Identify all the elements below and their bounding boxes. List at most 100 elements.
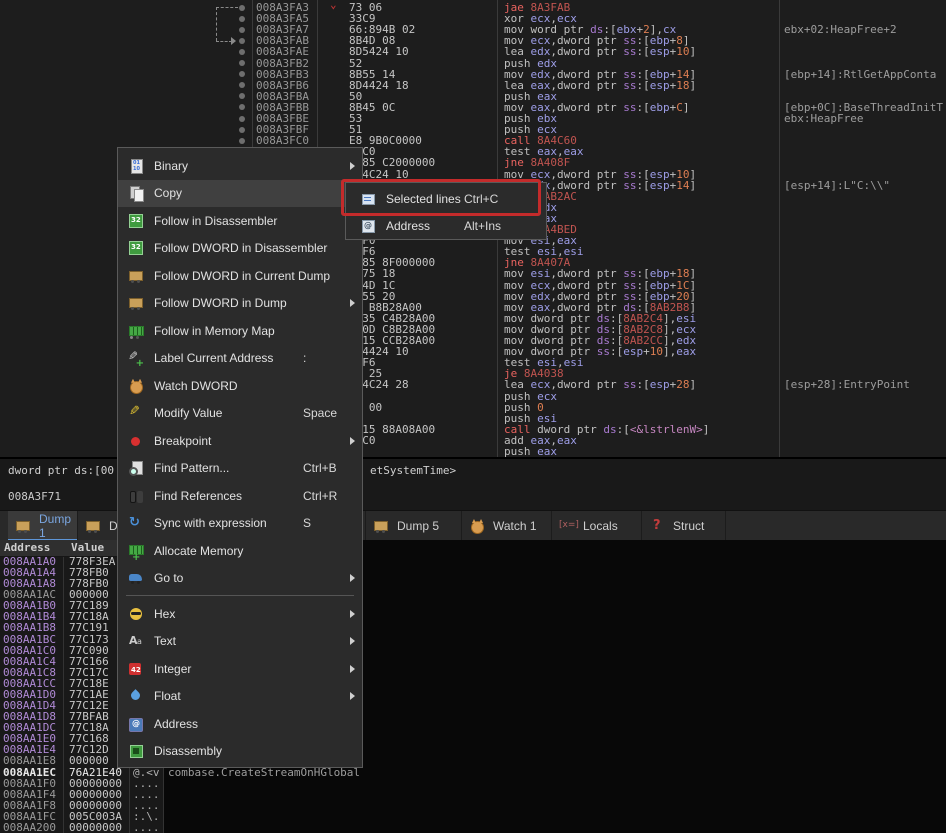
menu-item-label: Sync with expression — [154, 516, 267, 530]
breakpoint-dot-icon[interactable] — [239, 38, 245, 44]
submenu-item-label: Address — [386, 219, 430, 233]
dump-comment: combase.CreateStreamOnHGlobal — [168, 767, 360, 778]
menu-item-hex[interactable]: Hex — [118, 600, 362, 628]
breakpoint-dot-icon[interactable] — [239, 5, 245, 11]
address-icon — [128, 716, 144, 732]
menu-item-float[interactable]: Float — [118, 683, 362, 711]
breakpoint-dot-icon[interactable] — [239, 138, 245, 144]
menu-item-label-current-address[interactable]: Label Current Address: — [118, 345, 362, 373]
breakpoint-icon — [128, 433, 144, 449]
instruction-comment: [ebp+14]:RtlGetAppConta — [784, 69, 936, 80]
disasm-row[interactable]: 008A3FBE53push ebxebx:HeapFree — [0, 113, 946, 124]
disasm-row[interactable]: 008A3FA766:894B 02mov word ptr ds:[ebx+2… — [0, 24, 946, 35]
submenu-arrow-icon — [350, 665, 355, 673]
operand-info-text-left: dword ptr ds:[00 — [8, 464, 114, 477]
menu-item-label: Find References — [154, 489, 242, 503]
submenu-arrow-icon — [350, 574, 355, 582]
dump-row[interactable]: 008AA1EC76A21E40@.<vcombase.CreateStream… — [0, 767, 946, 778]
menu-item-find-pattern[interactable]: Find Pattern...Ctrl+B — [118, 455, 362, 483]
breakpoint-dot-icon[interactable] — [239, 82, 245, 88]
copyaddr-icon — [360, 218, 376, 234]
menu-item-address[interactable]: Address — [118, 710, 362, 738]
menu-item-label: Follow in Disassembler — [154, 214, 277, 228]
jump-arrowhead-icon — [231, 37, 236, 45]
breakpoint-dot-icon[interactable] — [239, 71, 245, 77]
menu-item-shortcut: Space — [303, 406, 337, 420]
locals-icon — [559, 518, 575, 534]
breakpoint-dot-icon[interactable] — [239, 93, 245, 99]
address-column-header[interactable]: Address — [4, 540, 50, 556]
disasm-row[interactable]: ⌄008A3FA373 06jae 8A3FAB — [0, 2, 946, 13]
disasm-row[interactable]: 008A3FBF51push ecx — [0, 124, 946, 135]
findrefs-icon — [128, 488, 144, 504]
dump-row[interactable]: 008AA20000000000.... — [0, 822, 946, 833]
jump-arrow-top — [216, 7, 238, 8]
dump-icon — [373, 518, 389, 534]
menu-item-find-references[interactable]: Find ReferencesCtrl+R — [118, 482, 362, 510]
instruction-comment: [esp+28]:EntryPoint — [784, 379, 910, 390]
jump-taken-indicator-icon: ⌄ — [330, 0, 337, 10]
breakpoint-dot-icon[interactable] — [239, 49, 245, 55]
menu-item-shortcut: S — [303, 516, 311, 530]
menu-item-text[interactable]: Text — [118, 628, 362, 656]
tab-label: Dump 5 — [397, 519, 439, 533]
menu-item-label: Follow in Memory Map — [154, 324, 275, 338]
tab-label: Struct — [673, 519, 704, 533]
copy-icon — [128, 185, 144, 201]
breakpoint-dot-icon[interactable] — [239, 27, 245, 33]
disasm-row[interactable]: 008A3FB252push edx — [0, 58, 946, 69]
pencil-icon — [128, 405, 144, 421]
x64dbg-window: ⌄008A3FA373 06jae 8A3FAB008A3FA533C9xor … — [0, 0, 946, 833]
menu-item-integer[interactable]: Integer — [118, 655, 362, 683]
menu-item-follow-dword-in-current-dump[interactable]: Follow DWORD in Current Dump — [118, 262, 362, 290]
tab-label: Dump 1 — [39, 512, 77, 540]
breakpoint-dot-icon[interactable] — [239, 16, 245, 22]
menu-item-follow-in-disassembler[interactable]: Follow in Disassembler — [118, 207, 362, 235]
dump-icon — [128, 295, 144, 311]
menu-item-follow-dword-in-disassembler[interactable]: Follow DWORD in Disassembler — [118, 235, 362, 263]
menu-item-breakpoint[interactable]: Breakpoint — [118, 427, 362, 455]
dump-row[interactable]: 008AA1F000000000.... — [0, 778, 946, 789]
menu-item-label: Follow DWORD in Dump — [154, 296, 287, 310]
disasm-row[interactable]: 008A3FC0E8 9B0C0000call 8A4C60 — [0, 135, 946, 146]
submenu-item-address[interactable]: Address Alt+Ins — [346, 212, 546, 239]
breakpoint-dot-icon[interactable] — [239, 104, 245, 110]
dump-value: 77C191 — [69, 622, 109, 633]
instruction-address: 008A3FB2 — [256, 58, 309, 69]
chip32-icon — [128, 240, 144, 256]
tab-locals[interactable]: Locals — [552, 511, 642, 541]
tab-dump-5[interactable]: Dump 5 — [366, 511, 462, 541]
menu-item-go-to[interactable]: Go to — [118, 565, 362, 593]
tab-watch-1[interactable]: Watch 1 — [462, 511, 552, 541]
annotation-highlight-box — [341, 179, 541, 216]
breakpoint-dot-icon[interactable] — [239, 127, 245, 133]
menu-item-modify-value[interactable]: Modify Value Space — [118, 400, 362, 428]
disasm-row[interactable]: 008A3FAB8B4D 08mov ecx,dword ptr ss:[ebp… — [0, 35, 946, 46]
disasm-row[interactable]: 008A3FAE8D5424 10lea edx,dword ptr ss:[e… — [0, 46, 946, 57]
menu-item-disassembly[interactable]: Disassembly — [118, 738, 362, 766]
dump-value: 00000000 — [69, 778, 122, 789]
menu-item-copy[interactable]: Copy — [118, 180, 362, 208]
menu-item-label: Breakpoint — [154, 434, 211, 448]
menu-item-follow-dword-in-dump[interactable]: Follow DWORD in Dump — [118, 290, 362, 318]
breakpoint-dot-icon[interactable] — [239, 116, 245, 122]
breakpoint-dot-icon[interactable] — [239, 60, 245, 66]
menu-item-follow-in-memory-map[interactable]: Follow in Memory Map — [118, 317, 362, 345]
menu-item-allocate-memory[interactable]: Allocate Memory — [118, 537, 362, 565]
dump-address: 008AA1F0 — [3, 778, 56, 789]
menu-item-sync-with-expression[interactable]: Sync with expression S — [118, 510, 362, 538]
disasm-row[interactable]: 008A3FB38B55 14mov edx,dword ptr ss:[ebp… — [0, 69, 946, 80]
watch-icon — [469, 518, 485, 534]
value-column-header[interactable]: Value — [71, 540, 104, 556]
alloc-icon — [128, 543, 144, 559]
disasm-row[interactable]: 008A3FB68D4424 18lea eax,dword ptr ss:[e… — [0, 80, 946, 91]
menu-item-binary[interactable]: Binary — [118, 152, 362, 180]
submenu-arrow-icon — [350, 162, 355, 170]
tab-dump-1[interactable]: Dump 1 — [8, 511, 78, 541]
menu-item-watch-dword[interactable]: Watch DWORD — [118, 372, 362, 400]
submenu-arrow-icon — [350, 299, 355, 307]
menu-item-label: Modify Value — [154, 406, 222, 420]
sync-icon — [128, 515, 144, 531]
submenu-item-shortcut: Alt+Ins — [464, 219, 501, 233]
tab-struct[interactable]: Struct — [642, 511, 726, 541]
